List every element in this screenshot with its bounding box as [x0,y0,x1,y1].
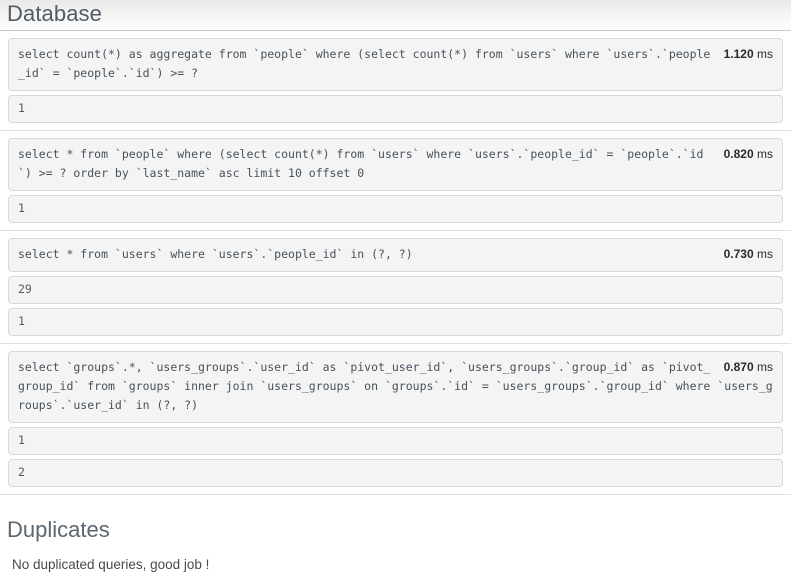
query-duration-unit: ms [753,147,773,161]
database-panel: Database 1.120 ms select count(*) as aggr… [0,0,791,572]
query-duration-badge: 1.120 ms [724,45,773,64]
query-binding-panel: 29 [8,276,783,304]
sql-statement-panel[interactable]: 1.120 ms select count(*) as aggregate fro… [8,38,783,91]
sql-statement-panel[interactable]: 0.820 ms select * from `people` where (se… [8,138,783,191]
database-section-header: Database [0,0,791,31]
query-binding-panel: 1 [8,308,783,336]
query-binding-value: 1 [18,433,25,447]
sql-query-string: select * from `users` where `users`.`peo… [18,247,413,261]
sql-query-string: select `groups`.*, `users_groups`.`user_… [18,360,773,412]
query-binding-panel: 2 [8,459,783,487]
query-binding-value: 1 [18,314,25,328]
query-duration-value: 0.730 [723,247,754,261]
sql-statement-text: 0.870 ms select `groups`.*, `users_groups… [18,358,773,415]
query-binding-panel: 1 [8,95,783,123]
page-title: Database [7,1,102,26]
sql-statement-text: 0.730 ms select * from `users` where `use… [18,245,773,264]
sql-statement-panel[interactable]: 0.730 ms select * from `users` where `use… [8,238,783,272]
query-duration-badge: 0.870 ms [724,358,773,377]
sql-query-string: select * from `people` where (select cou… [18,147,704,180]
query-group: 0.820 ms select * from `people` where (se… [0,131,791,231]
query-binding-panel: 1 [8,427,783,455]
query-list: 1.120 ms select count(*) as aggregate fro… [0,31,791,495]
sql-statement-text: 1.120 ms select count(*) as aggregate fro… [18,45,773,83]
sql-statement-panel[interactable]: 0.870 ms select `groups`.*, `users_groups… [8,351,783,423]
query-binding-value: 29 [18,282,32,296]
query-binding-value: 2 [18,465,25,479]
duplicates-title: Duplicates [7,517,110,542]
duplicates-message: No duplicated queries, good job ! [12,557,210,572]
query-duration-badge: 0.820 ms [724,145,773,164]
sql-query-string: select count(*) as aggregate from `peopl… [18,47,711,80]
query-binding-panel: 1 [8,195,783,223]
query-duration-unit: ms [753,247,773,261]
query-duration-value: 0.820 [723,147,754,161]
duplicates-section-header: Duplicates [0,495,791,543]
query-duration-unit: ms [753,47,773,61]
query-group: 0.730 ms select * from `users` where `use… [0,231,791,344]
query-duration-value: 0.870 [723,360,754,374]
query-binding-value: 1 [18,101,25,115]
sql-statement-text: 0.820 ms select * from `people` where (se… [18,145,773,183]
query-binding-value: 1 [18,201,25,215]
query-group: 0.870 ms select `groups`.*, `users_groups… [0,344,791,495]
query-duration-value: 1.120 [723,47,754,61]
query-group: 1.120 ms select count(*) as aggregate fro… [0,31,791,131]
query-duration-unit: ms [753,360,773,374]
query-duration-badge: 0.730 ms [724,245,773,264]
